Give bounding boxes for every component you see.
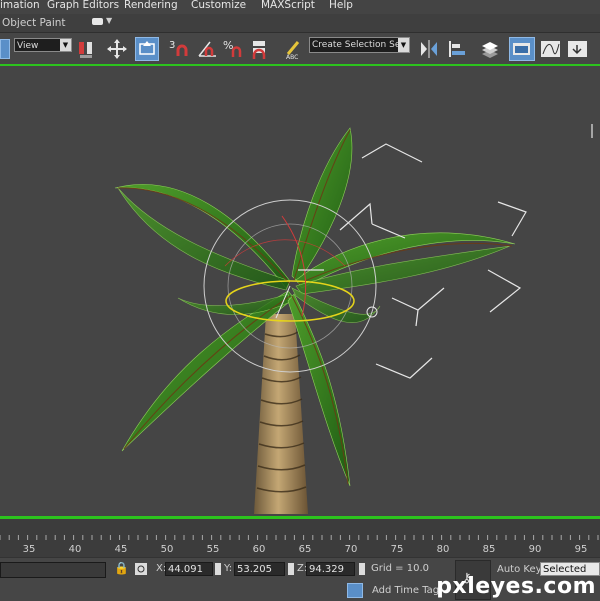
- menu-bar: imation Graph Editors Rendering Customiz…: [0, 0, 600, 14]
- timeline-frame-label: 75: [391, 544, 404, 555]
- x-coordinate-field[interactable]: 44.091: [165, 562, 213, 576]
- prompt-line-field[interactable]: [0, 562, 106, 578]
- timeline-frame-label: 85: [483, 544, 496, 555]
- timeline-frame-label: 95: [575, 544, 588, 555]
- named-selection-sets-select[interactable]: Create Selection Se ▼: [309, 37, 410, 53]
- ribbon-toggle-icon[interactable]: [92, 18, 103, 25]
- chevron-down-icon: ▼: [398, 38, 409, 52]
- z-coordinate-field[interactable]: 94.329: [306, 562, 355, 576]
- svg-text:ABC: ABC: [286, 54, 298, 60]
- timeline-frame-label: 70: [345, 544, 358, 555]
- viewport-scene: [114, 124, 593, 514]
- snaps-toggle-icon[interactable]: 3: [168, 38, 190, 60]
- watermark-logo: pxleyes.com: [436, 574, 596, 599]
- timeline[interactable]: 35 40 45 50 55 60 65 70 75 80 85 90 95: [0, 519, 600, 557]
- palm-fronds[interactable]: [114, 127, 516, 487]
- chevron-down-icon: ▼: [60, 39, 71, 51]
- perspective-viewport[interactable]: [0, 64, 600, 519]
- grid-size-label: Grid = 10.0: [371, 563, 429, 574]
- percent-snap-icon[interactable]: %: [222, 38, 244, 60]
- timeline-frame-label: 35: [23, 544, 36, 555]
- schematic-view-icon[interactable]: [566, 38, 588, 60]
- z-spinner[interactable]: [359, 563, 365, 575]
- graphite-modeling-tools-button[interactable]: [509, 37, 535, 61]
- menu-rendering[interactable]: Rendering: [124, 0, 178, 11]
- pivot-center-icon[interactable]: [76, 38, 98, 60]
- select-object-button[interactable]: [0, 39, 10, 59]
- timeline-frame-label: 55: [207, 544, 220, 555]
- layer-manager-icon[interactable]: [478, 38, 500, 60]
- chevron-down-icon[interactable]: ▼: [106, 16, 112, 25]
- snap-mode-label: 3: [169, 40, 175, 51]
- ribbon-bar: Object Paint ▼: [0, 14, 600, 32]
- timeline-ruler[interactable]: 35 40 45 50 55 60 65 70 75 80 85 90 95: [0, 535, 600, 557]
- timeline-frame-label: 45: [115, 544, 128, 555]
- reference-coordinate-value: View: [17, 41, 39, 51]
- timeline-frame-label: 60: [253, 544, 266, 555]
- menu-animation[interactable]: imation: [0, 0, 40, 11]
- menu-customize[interactable]: Customize: [191, 0, 246, 11]
- y-spinner[interactable]: [288, 563, 294, 575]
- status-bar: 🔒 X: 44.091 Y: 53.205 Z: 94.329 Grid = 1…: [0, 557, 600, 601]
- absolute-mode-transform-icon[interactable]: [134, 562, 148, 576]
- lock-icon[interactable]: 🔒: [114, 561, 129, 575]
- menu-help[interactable]: Help: [329, 0, 353, 11]
- mirror-icon[interactable]: [418, 38, 440, 60]
- spinner-snap-icon[interactable]: [250, 38, 272, 60]
- reference-coordinate-select[interactable]: View ▼: [14, 38, 72, 52]
- time-tag-button[interactable]: [347, 583, 363, 598]
- ribbon-tab-object-paint[interactable]: Object Paint: [2, 17, 66, 29]
- palm-trunk[interactable]: [254, 314, 308, 514]
- move-icon[interactable]: [106, 38, 128, 60]
- timeline-frame-label: 50: [161, 544, 174, 555]
- edit-named-selection-icon[interactable]: ABC: [284, 38, 306, 60]
- main-toolbar: View ▼ 3 % ABC Create Selection Se ▼: [0, 32, 600, 65]
- y-coordinate-label: Y:: [224, 563, 233, 574]
- curve-editor-icon[interactable]: [539, 38, 561, 60]
- named-selection-sets-placeholder: Create Selection Se: [312, 40, 401, 50]
- menu-graph-editors[interactable]: Graph Editors: [47, 0, 119, 11]
- add-time-tag-label[interactable]: Add Time Tag: [372, 585, 439, 596]
- timeline-frame-label: 65: [299, 544, 312, 555]
- select-manipulate-button[interactable]: [135, 37, 159, 61]
- timeline-frame-label: 80: [437, 544, 450, 555]
- menu-maxscript[interactable]: MAXScript: [261, 0, 315, 11]
- align-icon[interactable]: [446, 38, 468, 60]
- timeline-frame-label: 40: [69, 544, 82, 555]
- timeline-frame-label: 90: [529, 544, 542, 555]
- angle-snap-icon[interactable]: [196, 38, 218, 60]
- x-spinner[interactable]: [215, 563, 221, 575]
- y-coordinate-field[interactable]: 53.205: [234, 562, 285, 576]
